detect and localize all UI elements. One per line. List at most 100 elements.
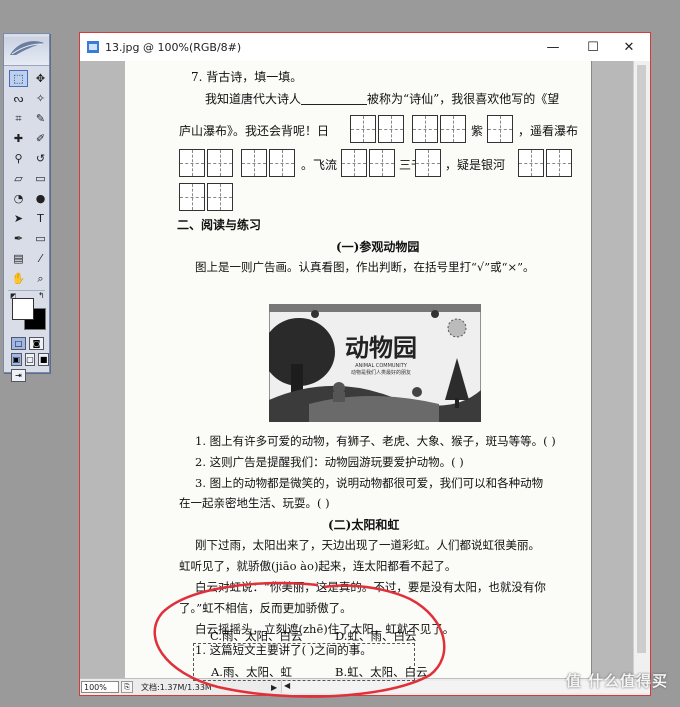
- tian-box[interactable]: [207, 183, 233, 211]
- swap-colors-icon[interactable]: ↰: [38, 291, 45, 300]
- history-brush-tool-icon[interactable]: ↺: [31, 150, 50, 167]
- tian-box[interactable]: [179, 183, 205, 211]
- eraser-tool-icon[interactable]: ▱: [9, 170, 28, 187]
- foreground-color-swatch[interactable]: [12, 298, 34, 320]
- color-swatches: ◩ ↰: [8, 291, 49, 334]
- hand-tool-icon[interactable]: ✋: [9, 270, 28, 287]
- tian-box[interactable]: [269, 149, 295, 177]
- blur-tool-icon[interactable]: ◔: [9, 190, 28, 207]
- jump-row: ⇥: [4, 369, 49, 382]
- window-title: 13.jpg @ 100%(RGB/8#): [105, 40, 242, 54]
- q7-line2-a: 庐山瀑布》。我还会背呢！日: [179, 124, 330, 138]
- zoom-tool-icon[interactable]: ⌕: [31, 270, 50, 287]
- dodge-tool-icon[interactable]: ●: [31, 190, 50, 207]
- screen-mode-row: ▣ ▢ ■: [4, 353, 50, 366]
- vertical-scrollbar[interactable]: [633, 61, 650, 679]
- status-info-icon[interactable]: ⎘: [121, 681, 133, 693]
- magic-wand-tool-icon[interactable]: ✧: [31, 90, 50, 107]
- document-size: 文档:1.37M/1.33M: [141, 682, 212, 692]
- p1-question-3a: 3. 图上的动物都是微笑的，说明动物都很可爱，我们可以和各种动物: [195, 476, 544, 490]
- quick-mask-button[interactable]: ◙: [29, 337, 44, 350]
- path-selection-tool-icon[interactable]: ➤: [9, 210, 28, 227]
- screen-mode-full-menu-button[interactable]: ▢: [24, 353, 36, 366]
- poster-sub2: 动物是我们人类最好的朋友: [351, 369, 411, 376]
- p1-question-3b: 在一起亲密地生活、玩耍。( ): [179, 496, 330, 510]
- tian-box[interactable]: [341, 149, 367, 177]
- q7-line3-c: ，疑是银河: [445, 158, 506, 172]
- zoo-poster-image: 动物园 ANIMAL COMMUNITY 动物是我们人类最好的朋友: [269, 304, 481, 422]
- tian-box[interactable]: [350, 115, 376, 143]
- jump-to-imageready-button[interactable]: ⇥: [11, 369, 26, 382]
- screen-mode-full-button[interactable]: ■: [38, 353, 50, 366]
- crop-tool-icon[interactable]: ⌗: [9, 110, 28, 127]
- q7-line1-a: 我知道唐代大诗人: [205, 92, 302, 106]
- shape-tool-icon[interactable]: ▭: [31, 230, 50, 247]
- worksheet-page: 7. 背古诗，填一填。 我知道唐代大诗人 被称为“诗仙”，我很喜欢他写的《望 庐山…: [125, 61, 591, 679]
- q7-line2-b: 紫: [471, 124, 484, 138]
- q7-line2-c: ，遥看瀑布: [518, 124, 579, 138]
- photoshop-feather-logo[interactable]: [4, 37, 49, 66]
- tian-box[interactable]: [518, 149, 544, 177]
- p1-question-1: 1. 图上有许多可爱的动物，有狮子、老虎、大象、猴子，斑马等等。( ): [195, 434, 556, 448]
- q7-line1: 我知道唐代大诗人 被称为“诗仙”，我很喜欢他写的《望: [205, 93, 559, 105]
- screen-mode-standard-button[interactable]: ▣: [11, 353, 22, 366]
- zoom-level-field[interactable]: 100%: [81, 681, 119, 693]
- p2-line-2: 虹听见了，就骄傲(jiāo ào)起来，连太阳都看不起了。: [179, 559, 457, 573]
- type-tool-icon[interactable]: T: [31, 210, 50, 227]
- answer-dashed-box[interactable]: [193, 643, 415, 681]
- poster-title: 动物园: [345, 333, 417, 362]
- scroll-thumb[interactable]: [637, 65, 646, 653]
- slice-tool-icon[interactable]: ✎: [31, 110, 50, 127]
- maximize-button[interactable]: ☐: [576, 33, 610, 61]
- tian-box[interactable]: [179, 149, 205, 177]
- site-watermark: 值 什么值得买: [565, 672, 668, 690]
- part1-title: (一)参观动物园: [336, 240, 420, 254]
- tian-box[interactable]: [378, 115, 404, 143]
- poet-blank[interactable]: [301, 93, 368, 105]
- lasso-tool-icon[interactable]: ᔓ: [9, 90, 28, 107]
- tian-box[interactable]: [369, 149, 395, 177]
- status-menu-arrow-icon[interactable]: ▶: [271, 683, 281, 692]
- tian-box[interactable]: [415, 149, 441, 177]
- tian-box[interactable]: [440, 115, 466, 143]
- q7-line3-a: 。飞流: [301, 158, 338, 172]
- p1-question-2: 2. 这则广告是提醒我们：动物园游玩要爱护动物。( ): [195, 455, 464, 469]
- q7-title: 7. 背古诗，填一填。: [191, 70, 303, 84]
- window-titlebar[interactable]: 13.jpg @ 100%(RGB/8#) — ☐ ✕: [80, 33, 650, 61]
- healing-brush-tool-icon[interactable]: ✚: [9, 130, 28, 147]
- move-tool-icon[interactable]: ✥: [31, 70, 50, 87]
- scroll-left-icon[interactable]: ◀: [284, 681, 290, 690]
- option-d: D.虹、雨、白云: [335, 629, 417, 643]
- part2-title: (二)太阳和虹: [328, 518, 400, 532]
- part1-intro: 图上是一则广告画。认真看图，作出判断，在括号里打“√”或“×”。: [195, 260, 535, 274]
- document-window: 13.jpg @ 100%(RGB/8#) — ☐ ✕ 7. 背古诗，填一填。 …: [79, 32, 651, 696]
- standard-mode-button[interactable]: □: [11, 337, 26, 350]
- image-canvas[interactable]: 7. 背古诗，填一填。 我知道唐代大诗人 被称为“诗仙”，我很喜欢他写的《望 庐山…: [80, 61, 650, 679]
- feather-icon: [9, 41, 44, 55]
- tian-box[interactable]: [546, 149, 572, 177]
- close-button[interactable]: ✕: [612, 33, 646, 61]
- eyedropper-tool-icon[interactable]: ⁄: [31, 250, 50, 267]
- minimize-button[interactable]: —: [536, 33, 570, 61]
- default-colors-icon[interactable]: ◩: [10, 292, 17, 300]
- tian-box[interactable]: [241, 149, 267, 177]
- tian-box[interactable]: [207, 149, 233, 177]
- mask-mode-row: □ ◙: [4, 337, 49, 350]
- option-c: C.雨、太阳、白云: [210, 629, 303, 643]
- poster-sub1: ANIMAL COMMUNITY: [355, 363, 408, 369]
- pen-tool-icon[interactable]: ✒: [9, 230, 28, 247]
- tian-box[interactable]: [412, 115, 438, 143]
- p2-line-1: 刚下过雨，太阳出来了，天边出现了一道彩虹。人们都说虹很美丽。: [195, 538, 540, 552]
- tian-box[interactable]: [487, 115, 513, 143]
- gradient-tool-icon[interactable]: ▭: [31, 170, 50, 187]
- brush-tool-icon[interactable]: ✐: [31, 130, 50, 147]
- document-icon: [86, 40, 100, 54]
- section2-heading: 二、阅读与练习: [177, 218, 262, 232]
- p2-line-3: 白云对虹说：“你美丽，这是真的。不过，要是没有太阳，也就没有你: [195, 580, 546, 594]
- marquee-tool-icon[interactable]: ⬚: [9, 70, 28, 87]
- notes-tool-icon[interactable]: ▤: [9, 250, 28, 267]
- p2-line-4: 了。”虹不相信，反而更加骄傲了。: [179, 601, 352, 615]
- clone-stamp-tool-icon[interactable]: ⚲: [9, 150, 28, 167]
- toolbox-panel: ⬚ ✥ ᔓ ✧ ⌗ ✎ ✚ ✐ ⚲ ↺ ▱ ▭ ◔ ● ➤ T ✒ ▭ ▤ ⁄ ✋ ⌕ ◩ ↰ □ ◙ ▣ ▢ ■ ⇥: [3, 33, 50, 382]
- q7-line1-b: 被称为“诗仙”，我很喜欢他写的《望: [367, 92, 560, 106]
